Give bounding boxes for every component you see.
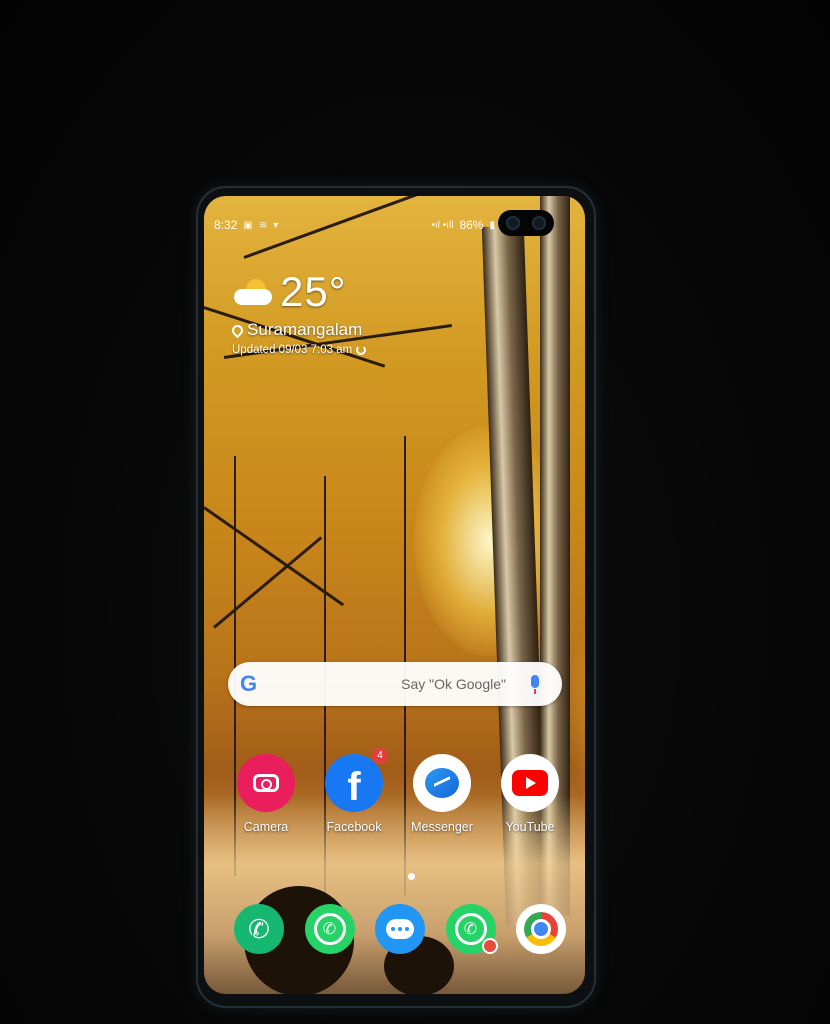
messages-icon[interactable] [375,904,425,954]
weather-updated: Updated 09/03 7:03 am [232,344,353,356]
youtube-icon [501,754,559,812]
partly-cloudy-icon [232,275,276,309]
signal-icon: •ıl •ıll [431,219,454,231]
search-placeholder: Say "Ok Google" [401,676,506,692]
whatsapp-icon[interactable]: ✆ [304,904,355,954]
app-camera[interactable]: Camera [226,754,306,834]
app-label: YouTube [505,820,555,834]
notification-icon: ▣ [243,219,253,231]
status-time: 8:32 [214,218,238,232]
app-label: Camera [243,820,289,834]
phone-icon[interactable]: ✆ [234,904,284,954]
battery-icon: ▮ [489,219,495,231]
home-screen: 8:32 ▣ ≋ ▾ •ıl •ıll 86% ▮ 25° Suramangal… [204,196,585,994]
facebook-icon: f [325,754,383,812]
messenger-icon [413,754,471,812]
refresh-icon[interactable] [356,345,367,355]
google-search-bar[interactable]: G Say "Ok Google" [228,662,562,706]
notification-badge: 4 [372,748,388,764]
dual-messenger-badge [481,938,498,954]
app-messenger[interactable]: Messenger [402,754,482,834]
mic-icon[interactable] [520,669,550,699]
page-indicator[interactable] [408,873,415,880]
app-label: Messenger [411,820,473,834]
app-label: Facebook [326,820,382,834]
whatsapp-dual-icon[interactable]: ✆ [445,904,498,954]
camera-icon [237,754,295,812]
notification-icon: ≋ [258,219,268,231]
weather-location: Suramangalam [247,320,363,339]
app-facebook[interactable]: f 4 Facebook [314,748,394,834]
weather-widget[interactable]: 25° Suramangalam Updated 09/03 7:03 am [229,268,367,356]
weather-temperature: 25° [280,268,347,315]
notification-icon: ▾ [273,219,279,231]
google-icon: G [240,671,258,696]
app-youtube[interactable]: YouTube [490,754,570,834]
app-dock: ✆ ✆ ✆ [234,904,566,954]
chrome-icon[interactable] [516,904,566,954]
status-bar[interactable]: 8:32 ▣ ≋ ▾ •ıl •ıll 86% ▮ [214,216,575,234]
location-pin-icon [229,322,246,338]
home-app-row: Camera f 4 Facebook Messenger YouTube [226,748,570,834]
battery-level: 86% [459,218,484,232]
